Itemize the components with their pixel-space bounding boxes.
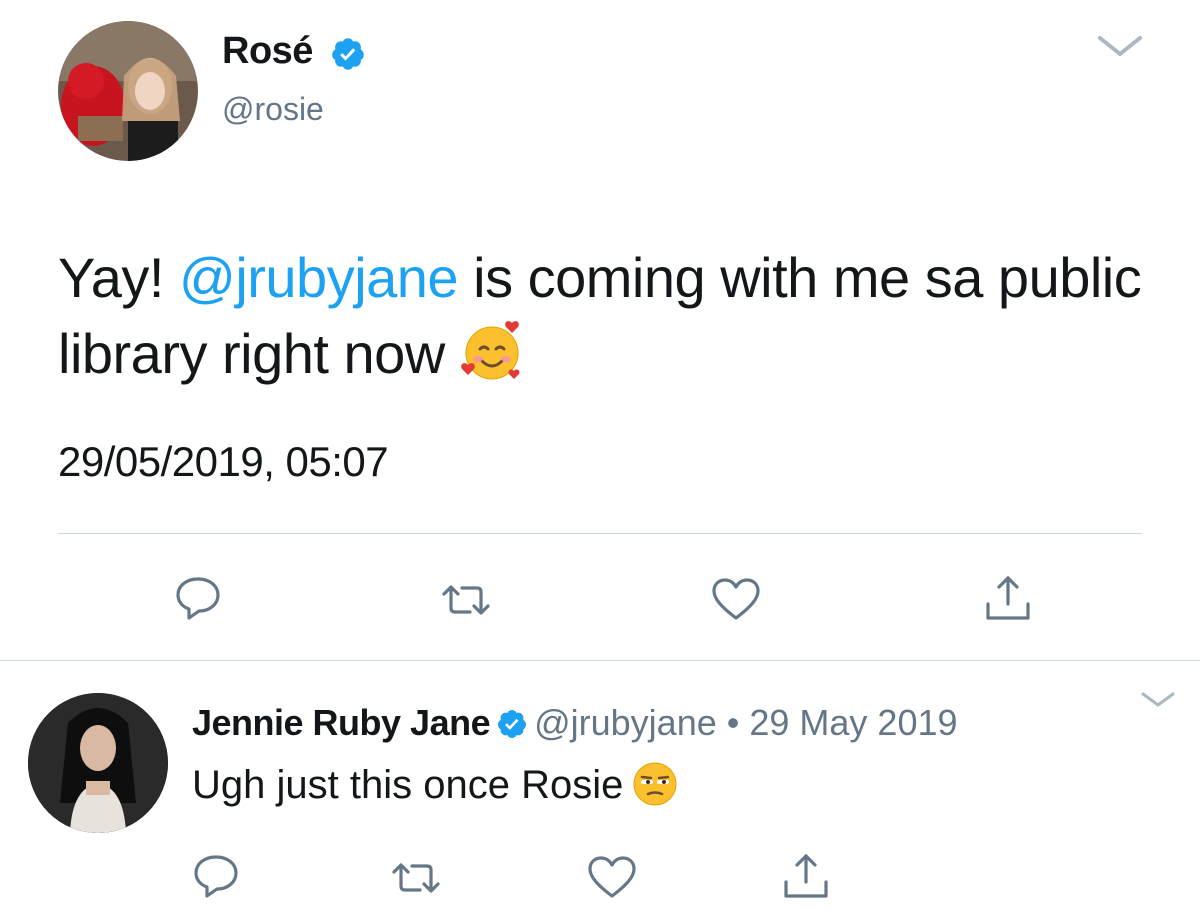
tweet-text: Yay! @jrubyjane is coming with me sa pub… bbox=[58, 240, 1148, 392]
tweet-date[interactable]: 29 May 2019 bbox=[749, 702, 957, 743]
like-icon[interactable] bbox=[710, 576, 762, 624]
mention-link[interactable]: @jrubyjane bbox=[179, 246, 459, 309]
verified-badge-icon bbox=[330, 36, 366, 72]
reply-text-content: Ugh just this once Rosie bbox=[192, 763, 624, 807]
reply-icon[interactable] bbox=[172, 574, 224, 622]
display-name[interactable]: Jennie Ruby Jane bbox=[192, 702, 491, 743]
separator: • bbox=[716, 702, 750, 743]
tweet-text-prefix: Yay! bbox=[58, 246, 179, 309]
unamused-face-icon bbox=[631, 760, 679, 808]
handle[interactable]: @jrubyjane bbox=[534, 702, 717, 743]
like-icon[interactable] bbox=[586, 854, 638, 902]
reply-text: Ugh just this once Rosie bbox=[192, 760, 679, 808]
reply-header: Jennie Ruby Jane @jrubyjane • 29 May 201… bbox=[192, 702, 958, 744]
divider bbox=[0, 660, 1200, 661]
share-icon[interactable] bbox=[780, 850, 832, 902]
avatar[interactable] bbox=[58, 21, 198, 161]
avatar[interactable] bbox=[28, 693, 168, 833]
reply-icon[interactable] bbox=[190, 852, 242, 900]
retweet-icon[interactable] bbox=[440, 578, 492, 626]
verified-badge-icon bbox=[496, 708, 528, 740]
share-icon[interactable] bbox=[982, 572, 1034, 620]
display-name[interactable]: Rosé bbox=[222, 30, 313, 73]
handle[interactable]: @rosie bbox=[222, 91, 324, 128]
retweet-icon[interactable] bbox=[390, 856, 442, 904]
divider bbox=[58, 533, 1142, 534]
tweet-timestamp[interactable]: 29/05/2019, 05:07 bbox=[58, 438, 389, 486]
chevron-down-icon[interactable] bbox=[1140, 690, 1176, 710]
smiling-face-with-hearts-icon bbox=[460, 319, 524, 383]
chevron-down-icon[interactable] bbox=[1096, 32, 1144, 60]
